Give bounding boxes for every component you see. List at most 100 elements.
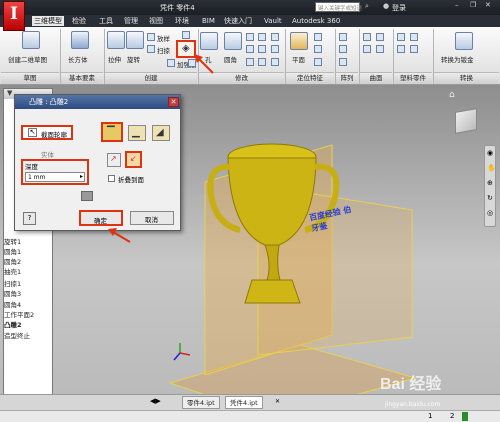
decal-icon[interactable] (188, 59, 196, 67)
direction-button-2[interactable]: ↙ (125, 151, 142, 168)
look-at-icon[interactable]: ◎ (487, 209, 493, 217)
fillet-label[interactable]: 圆角 (224, 54, 237, 64)
hole-label[interactable]: 孔 (205, 54, 212, 64)
revolve-label[interactable]: 旋转 (127, 54, 140, 64)
menu-manage[interactable]: 管理 (122, 16, 140, 26)
axis-icon[interactable] (314, 33, 322, 41)
cancel-button[interactable]: 取消 (130, 211, 174, 225)
patch-icon[interactable] (376, 33, 384, 41)
copy-object-icon[interactable] (271, 45, 279, 53)
tab-nav-icon[interactable]: ◀▶ (150, 397, 161, 405)
mirror-icon[interactable] (339, 58, 347, 66)
plane-label[interactable]: 平面 (292, 54, 305, 64)
steering-wheel-icon[interactable]: ◉ (487, 149, 493, 157)
direction-button-1[interactable]: ↗ (107, 153, 121, 167)
chamfer-icon[interactable] (246, 33, 254, 41)
convert-sheet-metal-icon[interactable] (455, 32, 473, 50)
rect-pattern-icon[interactable] (339, 33, 347, 41)
tree-item-end[interactable]: 造型终止 (4, 331, 30, 341)
box-icon[interactable] (71, 31, 89, 49)
depth-input[interactable]: 1 mm ▸ (25, 172, 85, 182)
app-logo[interactable]: I (3, 1, 25, 31)
tab-close-icon[interactable]: ✕ (275, 398, 280, 405)
tree-item[interactable]: 扫掠1 (4, 279, 21, 289)
convert-sheet-metal-label[interactable]: 转换为钣金 (441, 54, 474, 64)
ucs-icon[interactable] (314, 58, 322, 66)
emboss-engrave-plane-button[interactable]: ◢ (152, 125, 170, 141)
home-icon[interactable]: ⌂ (449, 90, 455, 100)
box-label[interactable]: 长方体 (68, 54, 88, 64)
menu-3d-model[interactable]: 三维模型 (32, 16, 64, 26)
thread-icon[interactable] (258, 33, 266, 41)
sculpt-icon[interactable] (363, 45, 371, 53)
move-face-icon[interactable] (271, 33, 279, 41)
rest-icon[interactable] (410, 33, 418, 41)
pan-icon[interactable]: ✋ (487, 164, 496, 172)
tree-item[interactable]: 圆角1 (4, 247, 21, 257)
create-sketch-label[interactable]: 创建二维草图 (8, 54, 47, 64)
filter-icon[interactable]: ▼ (7, 89, 12, 97)
menu-environment[interactable]: 环境 (173, 16, 191, 26)
emboss-from-face-button[interactable]: ▔ (101, 122, 123, 142)
extrude-icon[interactable] (107, 31, 125, 49)
create-sketch-icon[interactable] (22, 31, 40, 49)
menu-inspect[interactable]: 检验 (70, 16, 88, 26)
depth-dropdown-icon[interactable]: ▸ (80, 173, 83, 180)
revolve-icon[interactable] (126, 31, 144, 49)
engrave-from-face-button[interactable]: ▁ (128, 125, 146, 141)
tab-document-2[interactable]: 凭件4.ipt (225, 396, 263, 409)
tree-item-active[interactable]: 凸雕2 (4, 320, 22, 330)
search-input[interactable]: 键入关键字或短语 (315, 2, 362, 12)
tree-item[interactable]: 旋转1 (4, 237, 21, 247)
tree-item[interactable]: 圆角2 (4, 257, 21, 267)
color-swatch[interactable] (81, 191, 93, 201)
zoom-icon[interactable]: ⊕ (487, 179, 493, 187)
restore-button[interactable]: ❐ (470, 1, 476, 9)
viewcube[interactable] (455, 108, 477, 134)
tree-item[interactable]: 工作平面2 (4, 310, 34, 320)
sweep-icon[interactable] (147, 45, 155, 53)
fillet-icon[interactable] (224, 32, 242, 50)
thicken-icon[interactable] (271, 58, 279, 66)
extrude-label[interactable]: 拉伸 (108, 54, 121, 64)
tab-document-1[interactable]: 零件4.ipt (182, 396, 220, 409)
minimize-button[interactable]: – (455, 1, 459, 9)
stitch-icon[interactable] (363, 33, 371, 41)
wrap-to-face-checkbox[interactable] (108, 175, 115, 182)
loft-label[interactable]: 放样 (157, 33, 170, 43)
close-button[interactable]: ✕ (485, 1, 491, 9)
point-icon[interactable] (314, 45, 322, 53)
tree-item[interactable]: 圆角3 (4, 289, 21, 299)
coil-icon[interactable] (182, 31, 190, 39)
search-icon[interactable]: ⌕ (365, 2, 369, 11)
menu-getting-started[interactable]: 快速入门 (222, 16, 254, 26)
menu-tools[interactable]: 工具 (97, 16, 115, 26)
boss-icon[interactable] (397, 45, 405, 53)
split-icon[interactable] (258, 45, 266, 53)
circ-pattern-icon[interactable] (339, 45, 347, 53)
plane-icon[interactable] (290, 32, 308, 50)
menu-vault[interactable]: Vault (262, 16, 284, 26)
hole-icon[interactable] (200, 32, 218, 50)
dialog-close-button[interactable]: ✕ (168, 97, 179, 107)
user-icon[interactable]: ● (383, 2, 389, 10)
combine-icon[interactable] (258, 58, 266, 66)
emboss-button[interactable]: ◈ (176, 40, 196, 58)
menu-view[interactable]: 视图 (147, 16, 165, 26)
loft-icon[interactable] (147, 33, 155, 41)
grill-icon[interactable] (397, 33, 405, 41)
sweep-label[interactable]: 扫掠 (157, 45, 170, 55)
shell-icon[interactable] (246, 45, 254, 53)
orbit-icon[interactable]: ↻ (487, 194, 493, 202)
draft-icon[interactable] (246, 58, 254, 66)
ok-button[interactable]: 确定 (79, 210, 123, 226)
tree-item[interactable]: 抽壳1 (4, 267, 21, 277)
snap-fit-icon[interactable] (410, 45, 418, 53)
tree-item[interactable]: 圆角4 (4, 300, 21, 310)
rib-icon[interactable] (167, 59, 175, 67)
menu-bim[interactable]: BIM (200, 16, 217, 26)
help-button[interactable]: ? (23, 212, 36, 225)
menu-autodesk-360[interactable]: Autodesk 360 (290, 16, 342, 26)
profile-select-icon[interactable]: ↖ (28, 128, 37, 137)
trim-icon[interactable] (376, 45, 384, 53)
